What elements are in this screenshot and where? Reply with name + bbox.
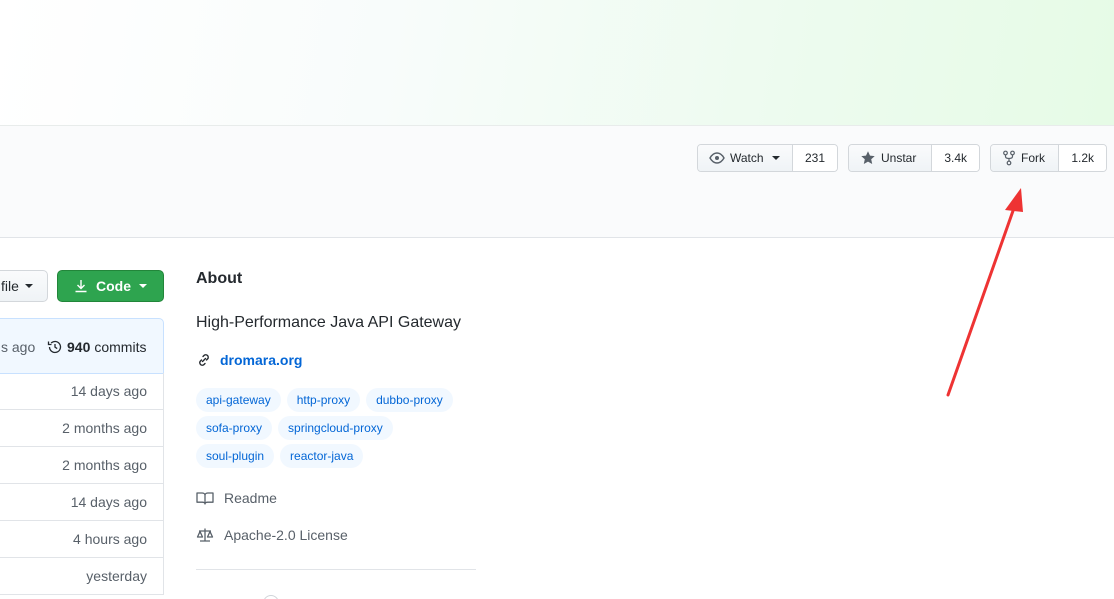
watch-group: Watch 231 [697, 144, 838, 172]
book-icon [196, 490, 214, 506]
file-age: 4 hours ago [73, 531, 147, 547]
topics-list: api-gateway http-proxy dubbo-proxy sofa-… [196, 388, 496, 472]
chevron-down-icon [24, 284, 33, 288]
topic-tag[interactable]: soul-plugin [196, 444, 275, 468]
fork-count[interactable]: 1.2k [1059, 145, 1106, 171]
commit-count: 940 [67, 339, 91, 355]
license-link[interactable]: Apache-2.0 License [196, 527, 348, 543]
file-list: 14 days ago 2 months ago 2 months ago 14… [0, 373, 164, 595]
commit-time: s ago [1, 339, 36, 355]
table-row[interactable]: yesterday [0, 558, 163, 595]
latest-commit-bar: s ago 940 commits [0, 318, 164, 374]
unstar-label: Unstar [881, 151, 917, 165]
table-row[interactable]: 14 days ago [0, 373, 163, 410]
file-age: yesterday [86, 568, 147, 584]
star-group: Unstar 3.4k [848, 144, 980, 172]
topic-tag[interactable]: springcloud-proxy [278, 416, 393, 440]
website-label: dromara.org [220, 352, 303, 368]
topic-tag[interactable]: sofa-proxy [196, 416, 273, 440]
watch-label: Watch [730, 151, 764, 165]
commit-label: commits [94, 339, 147, 355]
code-label: Code [96, 278, 131, 294]
partial-avatar [263, 595, 279, 599]
star-icon [860, 150, 876, 166]
about-title: About [196, 270, 243, 287]
chevron-down-icon [139, 284, 147, 288]
history-icon [47, 339, 63, 355]
table-row[interactable]: 2 months ago [0, 447, 163, 484]
fork-icon [1002, 150, 1016, 166]
website-link[interactable]: dromara.org [196, 352, 302, 368]
unstar-button[interactable]: Unstar [849, 145, 933, 171]
download-icon [74, 279, 88, 293]
about-section: About High-Performance Java API Gateway … [196, 270, 476, 543]
watch-count[interactable]: 231 [792, 145, 837, 171]
fork-button[interactable]: Fork [991, 145, 1060, 171]
table-row[interactable]: 2 months ago [0, 410, 163, 447]
file-age: 14 days ago [70, 383, 147, 399]
repo-description: High-Performance Java API Gateway [196, 314, 462, 331]
watch-button[interactable]: Watch [698, 145, 793, 171]
fork-label: Fork [1021, 151, 1045, 165]
top-banner [0, 0, 1114, 126]
sidebar-divider [196, 569, 476, 570]
commits-link[interactable]: 940 commits [47, 339, 146, 355]
topic-tag[interactable]: http-proxy [286, 388, 361, 412]
readme-link[interactable]: Readme [196, 490, 277, 506]
file-age: 2 months ago [62, 420, 147, 436]
go-to-file-label: file [1, 278, 19, 294]
fork-group: Fork 1.2k [990, 144, 1107, 172]
code-button[interactable]: Code [57, 270, 164, 302]
star-count[interactable]: 3.4k [932, 145, 979, 171]
eye-icon [709, 150, 725, 166]
go-to-file-button[interactable]: file [0, 270, 48, 302]
file-age: 2 months ago [62, 457, 147, 473]
repo-header [0, 126, 1114, 238]
table-row[interactable]: 4 hours ago [0, 521, 163, 558]
topic-tag[interactable]: api-gateway [196, 388, 281, 412]
topic-tag[interactable]: reactor-java [280, 444, 364, 468]
readme-label: Readme [224, 490, 277, 506]
chevron-down-icon [771, 156, 780, 160]
file-age: 14 days ago [70, 494, 147, 510]
license-label: Apache-2.0 License [224, 527, 348, 543]
topic-tag[interactable]: dubbo-proxy [366, 388, 453, 412]
table-row[interactable]: 14 days ago [0, 484, 163, 521]
law-icon [196, 527, 214, 543]
link-icon [196, 352, 212, 368]
